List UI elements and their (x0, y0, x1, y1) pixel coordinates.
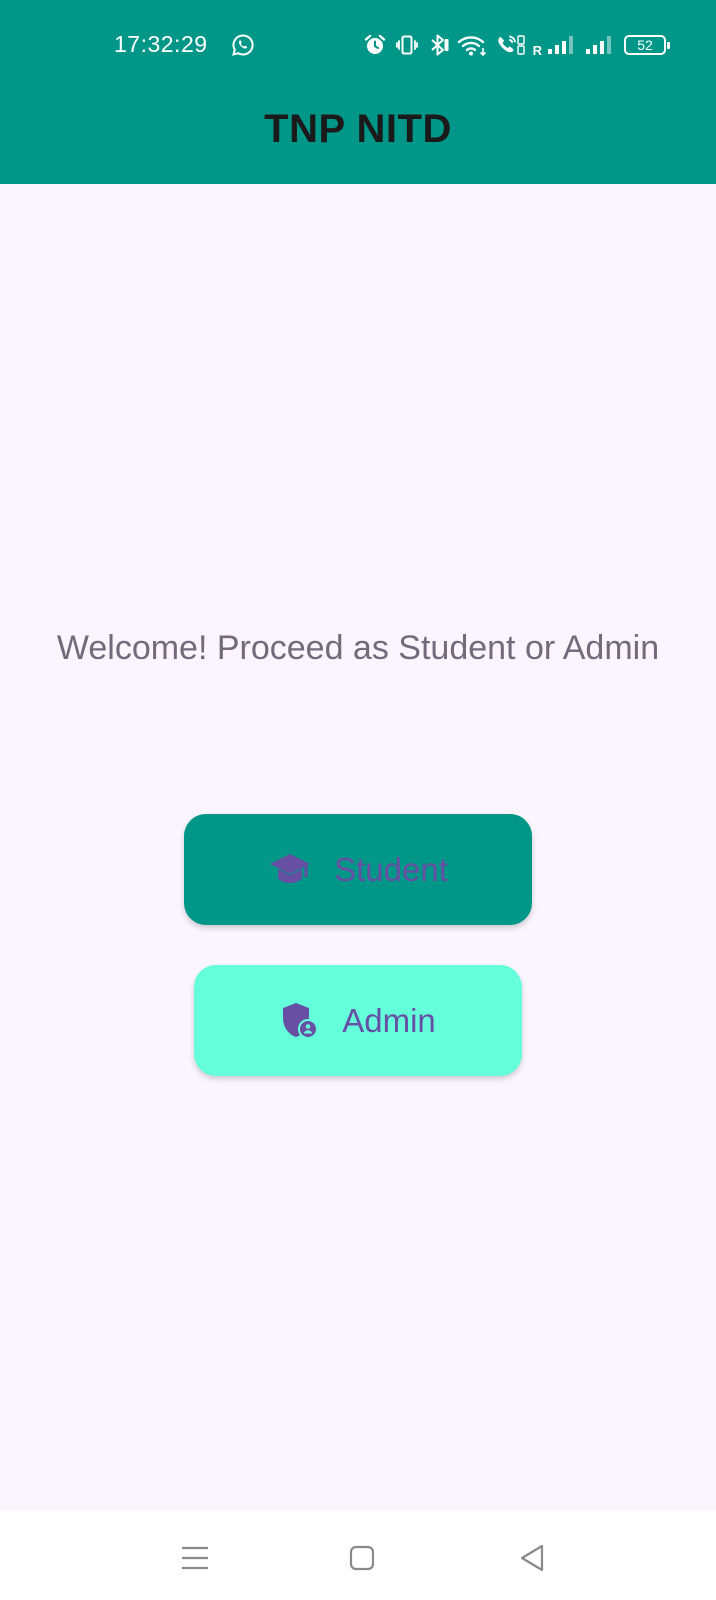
admin-button[interactable]: Admin (194, 965, 522, 1076)
status-bar: 17:32:29 R 52 (0, 0, 716, 88)
admin-button-label: Admin (342, 1001, 436, 1039)
wifi-icon (457, 33, 487, 57)
welcome-text: Welcome! Proceed as Student or Admin (56, 629, 660, 667)
vibrate-icon (395, 33, 419, 57)
app-title: TNP NITD (264, 106, 452, 151)
sim-roaming-label: R (532, 43, 542, 58)
call-icon (495, 33, 525, 57)
battery-level: 52 (637, 37, 653, 53)
bluetooth-icon (427, 33, 449, 57)
alarm-icon (363, 33, 387, 57)
status-time: 17:32:29 (114, 31, 208, 57)
home-icon[interactable] (345, 1541, 379, 1575)
signal-icon (584, 34, 614, 56)
student-button[interactable]: Student (184, 814, 532, 925)
menu-icon[interactable] (178, 1541, 212, 1575)
status-icons: R 52 (363, 32, 670, 58)
signal-icon (546, 34, 576, 56)
whatsapp-icon (231, 33, 255, 57)
navigation-bar (0, 1511, 716, 1600)
back-icon[interactable] (515, 1541, 549, 1575)
student-button-label: Student (334, 850, 448, 888)
app-bar: TNP NITD (0, 88, 716, 184)
admin-shield-icon (280, 1001, 320, 1041)
battery-icon: 52 (624, 35, 670, 55)
graduation-cap-icon (268, 852, 312, 888)
